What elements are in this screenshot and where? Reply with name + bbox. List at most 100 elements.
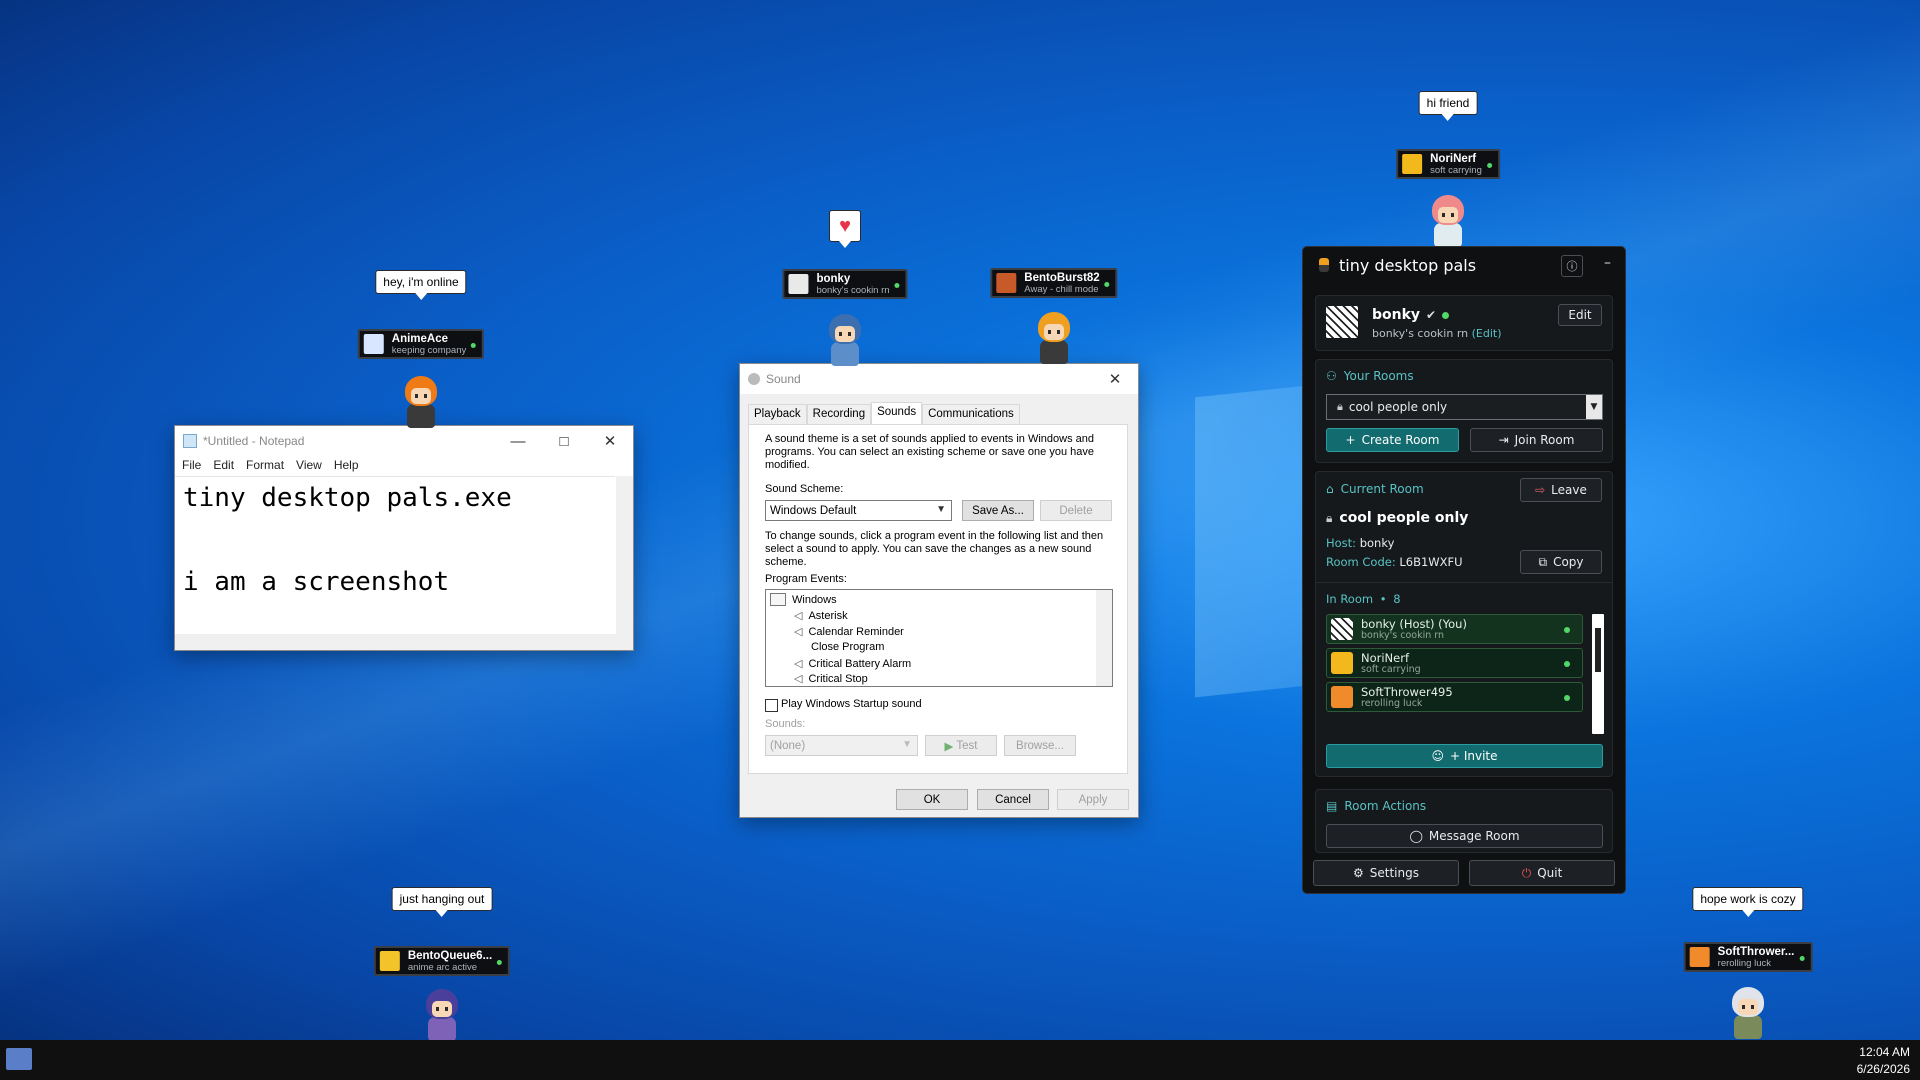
edit-profile-button[interactable]: Edit <box>1558 304 1602 326</box>
close-icon[interactable]: ✕ <box>1092 364 1138 394</box>
menu-format[interactable]: Format <box>246 458 284 472</box>
pal-sprite[interactable] <box>419 987 465 1043</box>
pal-sprite[interactable] <box>1725 985 1771 1041</box>
verified-icon: ✔ <box>1426 308 1437 322</box>
speech-bubble: hi friend <box>1418 91 1478 121</box>
list-item[interactable]: ◁ Critical Battery Alarm <box>794 657 911 670</box>
list-item[interactable]: ◁ Calendar Reminder <box>794 625 904 638</box>
menu-file[interactable]: File <box>182 458 201 472</box>
close-icon[interactable]: ✕ <box>587 426 633 456</box>
list-item[interactable]: Close Program <box>811 641 884 653</box>
room-code: L6B1WXFU <box>1399 555 1463 569</box>
sound-dialog[interactable]: Sound ✕ Playback Recording Sounds Commun… <box>739 363 1139 818</box>
list-item[interactable]: Windows <box>770 593 837 606</box>
clock-date[interactable]: 6/26/2026 <box>1857 1062 1910 1076</box>
user-card: bonky ✔ bonky's cookin rn (Edit) Edit <box>1315 295 1613 351</box>
settings-button[interactable]: ⚙︎ Settings <box>1313 860 1459 886</box>
name-tag[interactable]: BentoQueue6... anime arc active <box>373 946 511 976</box>
sound-titlebar[interactable]: Sound ✕ <box>740 364 1138 394</box>
test-button[interactable]: ▶ Test <box>925 735 997 756</box>
tiny-desktop-pals-panel[interactable]: tiny desktop pals ⓘ – bonky ✔ bonky's co… <box>1302 246 1626 894</box>
browse-button[interactable]: Browse... <box>1004 735 1076 756</box>
scheme-value: Windows Default <box>770 504 857 517</box>
apply-button[interactable]: Apply <box>1057 789 1129 810</box>
pal-sprite[interactable] <box>398 374 444 430</box>
table-row[interactable]: SoftThrower495 rerolling luck <box>1326 682 1583 712</box>
info-icon[interactable]: ⓘ <box>1561 255 1583 277</box>
event-windows: Windows <box>792 593 837 606</box>
copy-code-button[interactable]: ⧉ Copy <box>1520 550 1602 574</box>
program-events-list[interactable]: Windows ◁ Asterisk ◁ Calendar Reminder Clo… <box>765 589 1113 687</box>
notepad-vertical-scrollbar[interactable] <box>616 476 633 634</box>
sprite-eye <box>1451 213 1454 217</box>
startup-sound-checkbox[interactable] <box>765 699 778 712</box>
avatar <box>1689 947 1710 967</box>
table-row[interactable]: NoriNerf soft carrying <box>1326 648 1583 678</box>
leave-label: Leave <box>1551 483 1587 497</box>
table-row[interactable]: bonky (Host) (You) bonky's cookin rn <box>1326 614 1583 644</box>
room-code-label: Room Code: <box>1326 555 1396 569</box>
quit-button[interactable]: ⏻︎ Quit <box>1469 860 1615 886</box>
avatar <box>788 274 809 294</box>
sprite-eye <box>1057 330 1060 334</box>
name-tag[interactable]: bonky bonky's cookin rn <box>782 269 908 299</box>
folder-icon[interactable] <box>6 1048 32 1070</box>
sprite-eye <box>424 394 427 398</box>
ok-button[interactable]: OK <box>896 789 968 810</box>
host-label: Host: <box>1326 536 1357 550</box>
pal-sprite[interactable] <box>1425 193 1471 249</box>
events-scrollbar[interactable] <box>1096 590 1112 686</box>
create-room-button[interactable]: + Create Room <box>1326 428 1459 452</box>
tab-playback[interactable]: Playback <box>748 404 807 424</box>
delete-button[interactable]: Delete <box>1040 500 1112 521</box>
edit-status-link[interactable]: (Edit) <box>1472 327 1502 340</box>
room-actions-card: ▤ Room Actions ◯ Message Room <box>1315 789 1613 853</box>
member-list[interactable]: bonky (Host) (You) bonky's cookin rn Nori… <box>1316 614 1614 734</box>
panel-header[interactable]: tiny desktop pals ⓘ – <box>1303 247 1625 283</box>
avatar[interactable] <box>1326 306 1358 338</box>
leave-room-button[interactable]: ⇨ Leave <box>1520 478 1602 502</box>
tab-sounds[interactable]: Sounds <box>871 402 923 424</box>
notepad-window[interactable]: *Untitled - Notepad — □ ✕ File Edit Form… <box>174 425 634 651</box>
pal-status: keeping company <box>391 344 467 356</box>
name-tag[interactable]: NoriNerf soft carrying <box>1396 149 1500 179</box>
pal-name: NoriNerf <box>1430 152 1477 165</box>
message-room-button[interactable]: ◯ Message Room <box>1326 824 1603 848</box>
list-item[interactable]: ◁ Critical Stop <box>794 672 868 685</box>
save-as-button[interactable]: Save As... <box>962 500 1034 521</box>
tab-recording[interactable]: Recording <box>806 404 872 424</box>
scrollbar-thumb[interactable] <box>1595 628 1601 672</box>
menu-view[interactable]: View <box>296 458 322 472</box>
invite-button[interactable]: ☺︎ + Invite <box>1326 744 1603 768</box>
host-name: bonky <box>1359 536 1395 550</box>
list-item[interactable]: ◁ Asterisk <box>794 609 848 622</box>
pal-sprite[interactable] <box>822 312 868 368</box>
room-select[interactable]: 🔒︎ cool people only ▼ <box>1326 394 1603 420</box>
notepad-horizontal-scrollbar[interactable] <box>175 634 633 650</box>
sprite-body <box>407 404 435 428</box>
create-room-label: Create Room <box>1361 433 1440 447</box>
menu-edit[interactable]: Edit <box>213 458 234 472</box>
pal-sprite[interactable] <box>1031 310 1077 366</box>
chevron-down-icon[interactable]: ▼ <box>1586 395 1602 419</box>
tab-communications[interactable]: Communications <box>922 404 1020 424</box>
menu-help[interactable]: Help <box>334 458 359 472</box>
minimize-icon[interactable]: – <box>1604 255 1611 271</box>
maximize-icon[interactable]: □ <box>541 426 587 456</box>
minimize-icon[interactable]: — <box>495 426 541 456</box>
name-tag[interactable]: AnimeAce keeping company <box>357 329 485 359</box>
scheme-select[interactable]: Windows Default ▼ <box>765 500 952 521</box>
sounds-select[interactable]: (None) ▼ <box>765 735 918 756</box>
sprite-eye <box>839 332 842 336</box>
notepad-titlebar[interactable]: *Untitled - Notepad — □ ✕ <box>175 426 633 456</box>
clock-time[interactable]: 12:04 AM <box>1859 1045 1910 1059</box>
join-room-button[interactable]: ⇥ Join Room <box>1470 428 1603 452</box>
cancel-button[interactable]: Cancel <box>977 789 1049 810</box>
scheme-intro: A sound theme is a set of sounds applied… <box>765 433 1094 471</box>
users-icon: ⚇ <box>1326 369 1337 383</box>
notepad-editor[interactable]: tiny desktop pals.exe i am a screenshot <box>175 476 615 635</box>
name-tag[interactable]: SoftThrower... rerolling luck <box>1683 942 1813 972</box>
member-list-scrollbar[interactable] <box>1592 614 1604 734</box>
name-tag[interactable]: BentoBurst82 Away - chill mode <box>990 268 1118 298</box>
notepad-line-3: i am a screenshot <box>183 567 450 597</box>
